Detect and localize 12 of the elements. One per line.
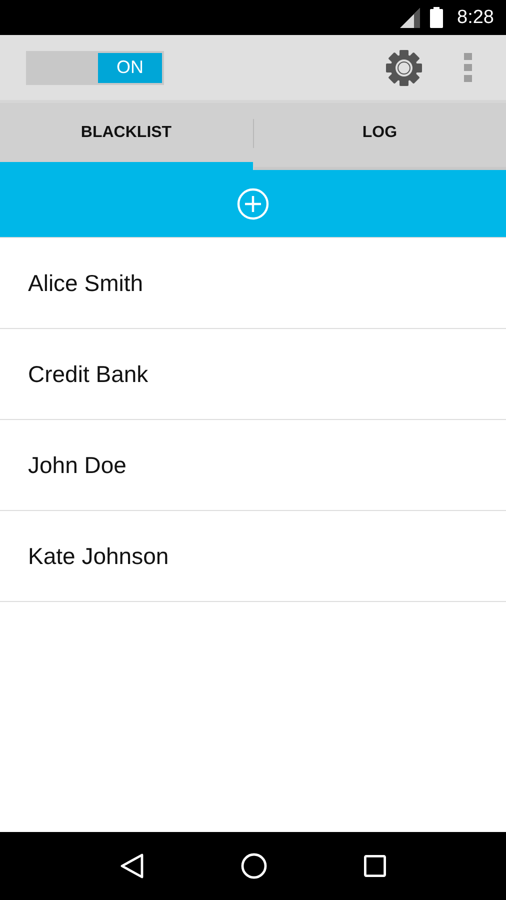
battery-icon (430, 7, 444, 28)
add-icon (237, 188, 269, 220)
settings-icon[interactable] (386, 50, 422, 86)
clock-time: 8:28 (457, 6, 494, 28)
back-icon[interactable] (120, 853, 144, 879)
home-icon[interactable] (240, 853, 267, 879)
contact-row[interactable]: Credit Bank (0, 329, 506, 420)
contact-row[interactable]: John Doe (0, 420, 506, 511)
contact-row[interactable]: Alice Smith (0, 238, 506, 329)
contact-row[interactable]: Kate Johnson (0, 511, 506, 602)
recents-icon[interactable] (364, 855, 386, 877)
signal-icon (400, 8, 420, 28)
